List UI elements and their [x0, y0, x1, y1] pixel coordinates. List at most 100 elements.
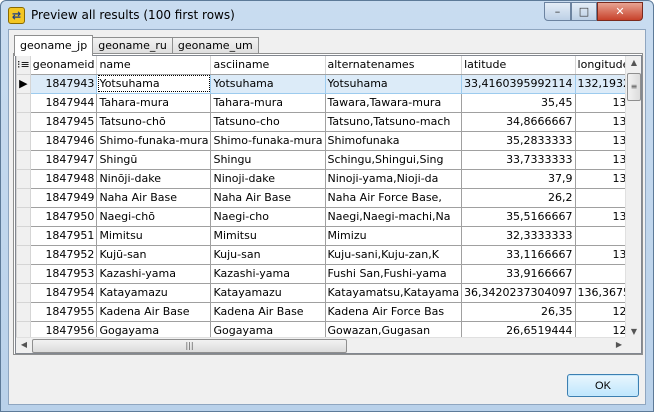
row-selector[interactable]: [16, 263, 31, 284]
cell-asciiname[interactable]: Katayamazu: [210, 282, 326, 303]
row-selector[interactable]: [16, 301, 31, 322]
table-row[interactable]: 1847947 Shingū Shingu Schingu,Shingui,Sing 3…: [16, 149, 641, 170]
cell-latitude[interactable]: 34,8666667: [461, 111, 576, 132]
table-row[interactable]: 1847953 Kazashi-yama Kazashi-yama Fushi San…: [16, 263, 641, 284]
table-row[interactable]: 1847945 Tatsuno-chō Tatsuno-cho Tatsuno,Tat…: [16, 111, 641, 132]
current-row-arrow-icon[interactable]: ▶: [16, 73, 31, 94]
cell-geonameid[interactable]: 1847943: [29, 73, 98, 94]
cell-latitude[interactable]: 33,1166667: [461, 244, 576, 265]
scroll-down-icon[interactable]: ▼: [626, 327, 641, 336]
ok-button[interactable]: OK: [567, 374, 639, 397]
table-row[interactable]: 1847950 Naegi-chō Naegi-cho Naegi,Naegi-mac…: [16, 206, 641, 227]
cell-name[interactable]: Kadena Air Base: [96, 301, 212, 322]
vertical-scroll-thumb[interactable]: ≡: [627, 73, 641, 101]
cell-name[interactable]: Kazashi-yama: [96, 263, 212, 284]
column-header-name[interactable]: name: [96, 56, 212, 75]
cell-latitude[interactable]: 35,2833333: [461, 130, 576, 151]
vertical-scrollbar[interactable]: ▲ ≡ ▼: [625, 56, 641, 338]
row-selector[interactable]: [16, 92, 31, 113]
cell-name[interactable]: Ninōji-dake: [96, 168, 212, 189]
horizontal-scrollbar[interactable]: ◀ ||| ▶: [16, 337, 627, 353]
cell-name[interactable]: Tatsuno-chō: [96, 111, 212, 132]
table-row[interactable]: 1847951MimitsuMimitsuMimizu32,3333333131…: [16, 225, 641, 246]
row-selector[interactable]: [16, 111, 31, 132]
cell-alternatenames[interactable]: Naegi,Naegi-machi,Na: [324, 206, 463, 227]
cell-geonameid[interactable]: 1847949: [29, 187, 98, 208]
table-row[interactable]: 1847954 Katayamazu Katayamazu Katayamatsu,K…: [16, 282, 641, 303]
cell-geonameid[interactable]: 1847952: [29, 244, 98, 265]
cell-name[interactable]: Naegi-chō: [96, 206, 212, 227]
row-selector[interactable]: [16, 206, 31, 227]
cell-asciiname[interactable]: Tatsuno-cho: [210, 111, 326, 132]
cell-asciiname[interactable]: Shingu: [210, 149, 326, 170]
row-selector[interactable]: [16, 244, 31, 265]
table-row[interactable]: ▶ 1847943 Yotsuhama Yotsuhama Yotsuhama 33,41…: [16, 73, 641, 94]
cell-geonameid[interactable]: 1847946: [29, 130, 98, 151]
cell-asciiname[interactable]: Mimitsu: [210, 225, 326, 246]
cell-geonameid[interactable]: 1847954: [29, 282, 98, 303]
row-selector[interactable]: [16, 187, 31, 208]
cell-latitude[interactable]: 32,3333333: [461, 225, 576, 246]
row-selector[interactable]: [16, 149, 31, 170]
cell-latitude[interactable]: 35,45: [461, 92, 576, 113]
cell-alternatenames[interactable]: Kadena Air Force Bas: [324, 301, 463, 322]
table-row[interactable]: 1847946 Shimo-funaka-mura Shimo-funaka-mur…: [16, 130, 641, 151]
cell-asciiname[interactable]: Shimo-funaka-mura: [210, 130, 326, 151]
cell-geonameid[interactable]: 1847945: [29, 111, 98, 132]
cell-name[interactable]: Yotsuhama: [96, 73, 212, 94]
cell-name[interactable]: Tahara-mura: [96, 92, 212, 113]
cell-latitude[interactable]: 26,2: [461, 187, 576, 208]
cell-name[interactable]: Kujū-san: [96, 244, 212, 265]
cell-name[interactable]: Shimo-funaka-mura: [96, 130, 212, 151]
cell-alternatenames[interactable]: Kuju-sani,Kuju-zan,K: [324, 244, 463, 265]
maximize-button[interactable]: □: [571, 2, 597, 21]
minimize-button[interactable]: –: [544, 2, 571, 21]
cell-asciiname[interactable]: Yotsuhama: [210, 73, 326, 94]
cell-asciiname[interactable]: Naegi-cho: [210, 206, 326, 227]
cell-geonameid[interactable]: 1847947: [29, 149, 98, 170]
cell-alternatenames[interactable]: Schingu,Shingui,Sing: [324, 149, 463, 170]
table-row[interactable]: 1847955 Kadena Air Base Kadena Air Base Kad…: [16, 301, 641, 322]
row-selector[interactable]: [16, 168, 31, 189]
cell-asciiname[interactable]: Kazashi-yama: [210, 263, 326, 284]
cell-alternatenames[interactable]: Katayamatsu,Katayama: [324, 282, 463, 303]
cell-asciiname[interactable]: Tahara-mura: [210, 92, 326, 113]
cell-geonameid[interactable]: 1847955: [29, 301, 98, 322]
cell-geonameid[interactable]: 1847944: [29, 92, 98, 113]
title-bar[interactable]: ⇄ Preview all results (100 first rows) –…: [1, 1, 653, 29]
cell-name[interactable]: Naha Air Base: [96, 187, 212, 208]
cell-alternatenames[interactable]: Fushi San,Fushi-yama: [324, 263, 463, 284]
cell-asciiname[interactable]: Ninoji-dake: [210, 168, 326, 189]
cell-alternatenames[interactable]: Shimofunaka: [324, 130, 463, 151]
table-row[interactable]: 1847944 Tahara-mura Tahara-mura Tawara,Tawa…: [16, 92, 641, 113]
cell-geonameid[interactable]: 1847948: [29, 168, 98, 189]
close-button[interactable]: ✕: [597, 2, 643, 21]
cell-name[interactable]: Shingū: [96, 149, 212, 170]
cell-alternatenames[interactable]: Naha Air Force Base,: [324, 187, 463, 208]
cell-geonameid[interactable]: 1847953: [29, 263, 98, 284]
scroll-up-icon[interactable]: ▲: [626, 58, 641, 67]
cell-name[interactable]: Katayamazu: [96, 282, 212, 303]
cell-asciiname[interactable]: Kadena Air Base: [210, 301, 326, 322]
cell-alternatenames[interactable]: Tatsuno,Tatsuno-mach: [324, 111, 463, 132]
cell-latitude[interactable]: 33,7333333: [461, 149, 576, 170]
cell-latitude[interactable]: 33,9166667: [461, 263, 576, 284]
cell-name[interactable]: Mimitsu: [96, 225, 212, 246]
table-row[interactable]: 1847948 Ninōji-dake Ninoji-dake Ninoji-yama…: [16, 168, 641, 189]
cell-latitude[interactable]: 35,5166667: [461, 206, 576, 227]
cell-alternatenames[interactable]: Tawara,Tawara-mura: [324, 92, 463, 113]
scroll-left-icon[interactable]: ◀: [16, 340, 32, 349]
cell-alternatenames[interactable]: Ninoji-yama,Nioji-da: [324, 168, 463, 189]
cell-geonameid[interactable]: 1847950: [29, 206, 98, 227]
row-selector[interactable]: [16, 225, 31, 246]
results-grid[interactable]: ⁝≡ geonameid name asciiname alternatenames la…: [15, 55, 642, 354]
cell-alternatenames[interactable]: Yotsuhama: [324, 73, 463, 94]
cell-latitude[interactable]: 36,3420237304097: [461, 282, 576, 303]
horizontal-scroll-thumb[interactable]: |||: [32, 339, 347, 353]
cell-latitude[interactable]: 33,4160395992114: [461, 73, 576, 94]
table-row[interactable]: 1847952 Kujū-san Kuju-san Kuju-sani,Kuju-za…: [16, 244, 641, 265]
row-selector[interactable]: [16, 130, 31, 151]
select-all-icon[interactable]: ⁝≡: [16, 56, 31, 75]
cell-geonameid[interactable]: 1847951: [29, 225, 98, 246]
cell-asciiname[interactable]: Naha Air Base: [210, 187, 326, 208]
